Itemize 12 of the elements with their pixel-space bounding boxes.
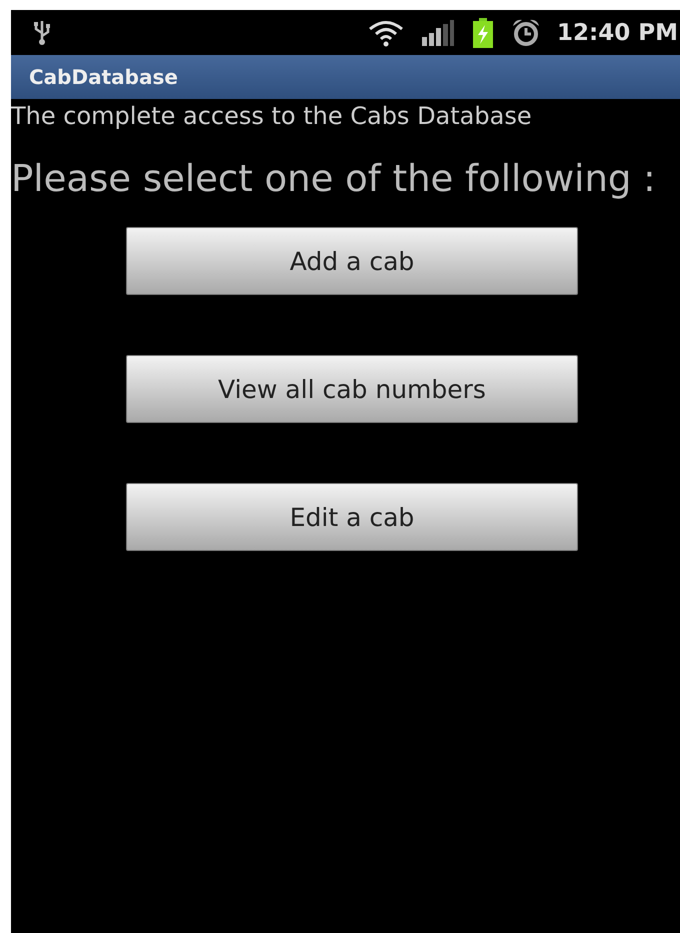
usb-icon xyxy=(33,18,51,46)
battery-charging-icon xyxy=(471,18,496,48)
menu-button[interactable]: Add a cab xyxy=(126,227,578,295)
signal-icon xyxy=(421,20,456,46)
menu-button[interactable]: Edit a cab xyxy=(126,483,578,551)
prompt-text: Please select one of the following : xyxy=(11,157,657,201)
wifi-icon xyxy=(367,18,406,46)
subtitle-text: The complete access to the Cabs Database xyxy=(11,101,533,131)
menu-button[interactable]: View all cab numbers xyxy=(126,355,578,423)
app-title: CabDatabase xyxy=(29,65,178,89)
status-time: 12:40 PM xyxy=(557,20,678,46)
alarm-clock-icon xyxy=(511,18,542,48)
